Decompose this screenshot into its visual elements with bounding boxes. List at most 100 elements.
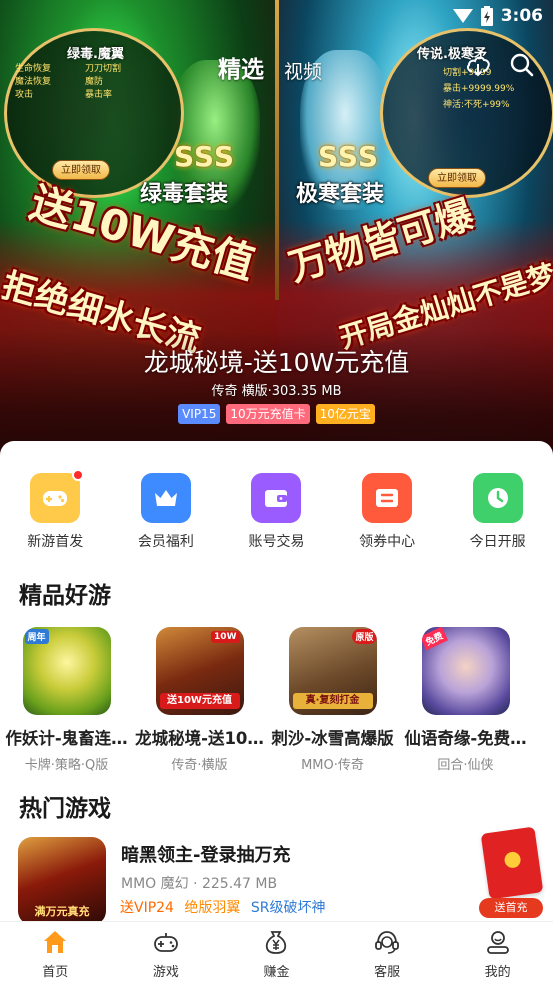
banner-meta: 传奇 横版·303.35 MB (211, 384, 342, 399)
right-set-name: 极寒套装 (296, 182, 385, 207)
hot-tag: SR级破坏神 (250, 900, 326, 916)
top-tabs: 精选 视频 (218, 48, 322, 84)
red-envelope-icon (480, 826, 544, 900)
app-screen: 绿毒.魔翼 生命恢复 魔法恢复 攻击 刀刀切割 魔防 暴击率 立即领取 SSS … (0, 0, 553, 983)
new-badge-dot (72, 469, 85, 481)
nav-label: 客服 (374, 965, 401, 980)
game-name: 仙语奇缘-免费… (404, 729, 527, 748)
game-thumbnail: 免费 (421, 627, 510, 715)
thumb-label: 送10W元充值 (159, 693, 240, 709)
nav-label: 游戏 (152, 965, 179, 980)
quick-entry-label: 领券中心 (359, 534, 416, 550)
quick-entry-account-trade[interactable]: 账号交易 (221, 473, 332, 551)
nav-label: 我的 (484, 965, 511, 980)
right-bubble-stat: 暴击+9999.99% (443, 84, 515, 94)
gamepad-icon (153, 933, 178, 952)
left-bubble-stat: 魔防 (85, 77, 104, 87)
coupon-icon (362, 473, 413, 523)
game-tags: 回合·仙侠 (437, 758, 494, 773)
quick-entry-label: 账号交易 (248, 534, 305, 550)
featured-game-card[interactable]: 原版 真·复刻打金 刺沙-冰雪高爆版 MMO·传奇 (266, 627, 399, 773)
nav-profile[interactable]: 我的 (442, 922, 553, 983)
status-time: 3:06 (500, 6, 543, 26)
search-icon[interactable] (509, 52, 535, 78)
banner-tag: 10万元充值卡 (226, 404, 310, 424)
featured-game-card[interactable]: 周年 作妖计-鬼畜连… 卡牌·策略·Q版 (0, 627, 133, 773)
nav-label: 赚金 (263, 965, 290, 980)
thumb-badge: 10W (211, 631, 240, 643)
hot-game-item[interactable]: 满万元真充 暗黑领主-登录抽万充 MMO 魔幻 · 225.47 MB 送VIP… (18, 837, 538, 927)
game-thumbnail: 周年 (22, 627, 111, 715)
home-icon (44, 931, 67, 953)
tab-video[interactable]: 视频 (284, 57, 322, 84)
quick-entry-row: 新游首发 会员福利 账号交易 领券中心 今日开服 (0, 469, 553, 551)
quick-entry-member-benefits[interactable]: 会员福利 (111, 473, 222, 551)
right-grade: SSS (318, 140, 379, 173)
game-tags: 送VIP24 绝版羽翼 SR级破坏神 (120, 897, 332, 917)
headset-icon (375, 931, 399, 954)
first-recharge-gift[interactable]: 送首充 (479, 810, 545, 920)
game-name: 龙城秘境-送10… (135, 729, 264, 748)
game-meta: MMO 魔幻 · 225.47 MB (121, 876, 278, 892)
tab-featured[interactable]: 精选 (218, 50, 264, 84)
battery-icon (480, 6, 493, 26)
wifi-icon (452, 9, 473, 23)
thumb-badge: 周年 (24, 629, 49, 644)
game-thumbnail: 原版 真·复刻打金 (288, 627, 377, 715)
thumb-badge: 免费 (421, 627, 448, 651)
nav-games[interactable]: 游戏 (111, 922, 222, 983)
quick-entry-new-games[interactable]: 新游首发 (0, 469, 111, 551)
thumb-badge: 原版 (352, 629, 377, 644)
thumb-label: 真·复刻打金 (292, 693, 373, 709)
quick-entry-label: 今日开服 (469, 534, 526, 550)
game-thumbnail: 满万元真充 (18, 837, 106, 925)
home-content: 新游首发 会员福利 账号交易 领券中心 今日开服 精品好游 周年 作妖计-鬼畜连… (0, 441, 553, 983)
section-title-hot: 热门游戏 (19, 796, 111, 822)
quick-entry-label: 会员福利 (137, 534, 194, 550)
status-icons: 3:06 (452, 5, 543, 27)
thumb-label: 满万元真充 (34, 905, 90, 918)
left-bubble-stat: 生命恢复 (15, 64, 52, 74)
game-name: 作妖计-鬼畜连… (5, 729, 128, 748)
hot-tag: 绝版羽翼 (184, 900, 241, 916)
game-tags: 卡牌·策略·Q版 (24, 758, 109, 773)
section-title-featured: 精品好游 (19, 583, 111, 609)
user-icon (486, 931, 509, 954)
nav-earn[interactable]: 赚金 (221, 922, 332, 983)
quick-entry-coupon-center[interactable]: 领券中心 (332, 473, 443, 551)
money-bag-icon (266, 931, 287, 954)
right-bubble-stat: 神活:不死+99% (443, 100, 510, 110)
status-bar: 3:06 (0, 0, 553, 32)
left-bubble-stat: 刀刀切割 (85, 64, 122, 74)
cloud-download-icon[interactable] (465, 52, 491, 78)
banner-divider (275, 0, 279, 300)
left-bubble-stat: 暴击率 (85, 90, 113, 100)
envelope-seal (503, 850, 522, 869)
nav-support[interactable]: 客服 (332, 922, 443, 983)
game-tags: 传奇·横版 (171, 758, 228, 773)
banner-tag: VIP15 (178, 404, 221, 424)
featured-game-list: 周年 作妖计-鬼畜连… 卡牌·策略·Q版 10W 送10W元充值 龙城秘境-送1… (0, 627, 553, 773)
banner-title: 龙城秘境-送10W元充值 (143, 348, 410, 377)
featured-game-card[interactable]: 10W 送10W元充值 龙城秘境-送10… 传奇·横版 (133, 627, 266, 773)
nav-home[interactable]: 首页 (0, 922, 111, 983)
nav-label: 首页 (42, 965, 69, 980)
quick-entry-today-servers[interactable]: 今日开服 (442, 473, 553, 551)
left-grade: SSS (174, 140, 235, 173)
featured-game-card[interactable]: 免费 仙语奇缘-免费… 回合·仙侠 (399, 627, 532, 773)
left-bubble-title: 绿毒.魔翼 (67, 47, 124, 62)
top-actions (465, 52, 535, 78)
banner-tags: VIP15 10万元充值卡 10亿元宝 (0, 404, 553, 424)
bottom-nav: 首页 游戏 赚金 客服 我的 (0, 921, 553, 983)
game-tags: MMO·传奇 (301, 758, 364, 773)
banner-tag: 10亿元宝 (315, 404, 375, 424)
wallet-icon (251, 473, 302, 523)
left-bubble-stat: 魔法恢复 (15, 77, 52, 87)
gift-button: 送首充 (479, 898, 543, 918)
game-name: 刺沙-冰雪高爆版 (271, 729, 394, 748)
gamepad-icon (30, 469, 85, 523)
game-name: 暗黑领主-登录抽万充 (121, 845, 291, 866)
quick-entry-label: 新游首发 (27, 534, 84, 550)
clock-icon (472, 473, 523, 523)
left-bubble-stat: 攻击 (15, 90, 34, 100)
